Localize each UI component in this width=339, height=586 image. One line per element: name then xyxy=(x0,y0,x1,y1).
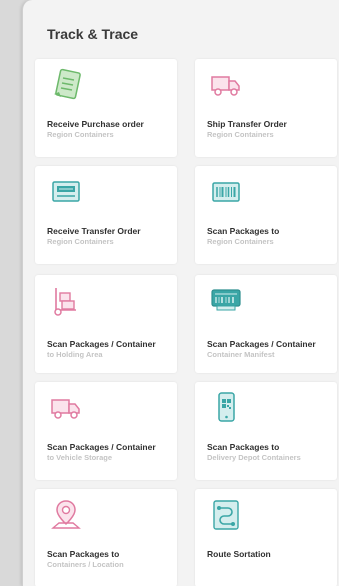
tile-label: Route Sortation xyxy=(207,549,271,559)
tile-sublabel: Region Containers xyxy=(207,237,274,246)
tile-sublabel: to Holding Area xyxy=(47,350,103,359)
tile-scan-packages-container-manifest[interactable]: Scan Packages / Container Container Mani… xyxy=(195,275,337,373)
tile-sublabel: Delivery Depot Containers xyxy=(207,453,301,462)
tile-ship-transfer-order[interactable]: Ship Transfer Order Region Containers xyxy=(195,59,337,157)
tile-scan-packages-holding-area[interactable]: Scan Packages / Container to Holding Are… xyxy=(35,275,177,373)
delivery-truck-icon xyxy=(49,391,83,425)
tile-sublabel: to Vehicle Storage xyxy=(47,453,113,462)
tile-sublabel: Region Containers xyxy=(47,130,114,139)
tile-label: Scan Packages / Container xyxy=(47,442,156,452)
tile-sublabel: Region Containers xyxy=(207,130,274,139)
tile-label: Scan Packages / Container xyxy=(207,339,316,349)
tile-scan-packages-region-containers[interactable]: Scan Packages to Region Containers xyxy=(195,166,337,264)
tile-label: Receive Transfer Order xyxy=(47,226,141,236)
hand-truck-icon xyxy=(49,284,83,318)
page-title: Track & Trace xyxy=(47,26,139,42)
tile-route-sortation[interactable]: Route Sortation xyxy=(195,489,337,586)
tile-label: Scan Packages to xyxy=(207,226,280,236)
barcode-icon xyxy=(209,175,243,209)
tile-receive-transfer-order[interactable]: Receive Transfer Order Region Containers xyxy=(35,166,177,264)
barcode-scanner-icon xyxy=(209,284,243,318)
app-frame: Track & Trace Receive Purchase order Reg… xyxy=(22,0,339,586)
map-pin-icon xyxy=(49,498,83,532)
receipt-icon xyxy=(49,68,83,102)
delivery-truck-icon xyxy=(209,68,243,102)
tile-label: Scan Packages / Container xyxy=(47,339,156,349)
tile-scan-packages-containers-location[interactable]: Scan Packages to Containers / Location xyxy=(35,489,177,586)
tile-label: Ship Transfer Order xyxy=(207,119,287,129)
tile-label: Scan Packages to xyxy=(207,442,280,452)
tile-scan-packages-vehicle-storage[interactable]: Scan Packages / Container to Vehicle Sto… xyxy=(35,382,177,480)
tile-label: Receive Purchase order xyxy=(47,119,144,129)
tile-sublabel: Region Containers xyxy=(47,237,114,246)
tile-sublabel: Containers / Location xyxy=(47,560,124,569)
tile-sublabel: Container Manifest xyxy=(207,350,275,359)
tile-label: Scan Packages to xyxy=(47,549,120,559)
tile-scan-packages-delivery-depot[interactable]: Scan Packages to Delivery Depot Containe… xyxy=(195,382,337,480)
route-icon xyxy=(209,498,243,532)
phone-qr-icon xyxy=(209,391,243,425)
scanner-screen-icon xyxy=(49,175,83,209)
tile-receive-purchase-order[interactable]: Receive Purchase order Region Containers xyxy=(35,59,177,157)
